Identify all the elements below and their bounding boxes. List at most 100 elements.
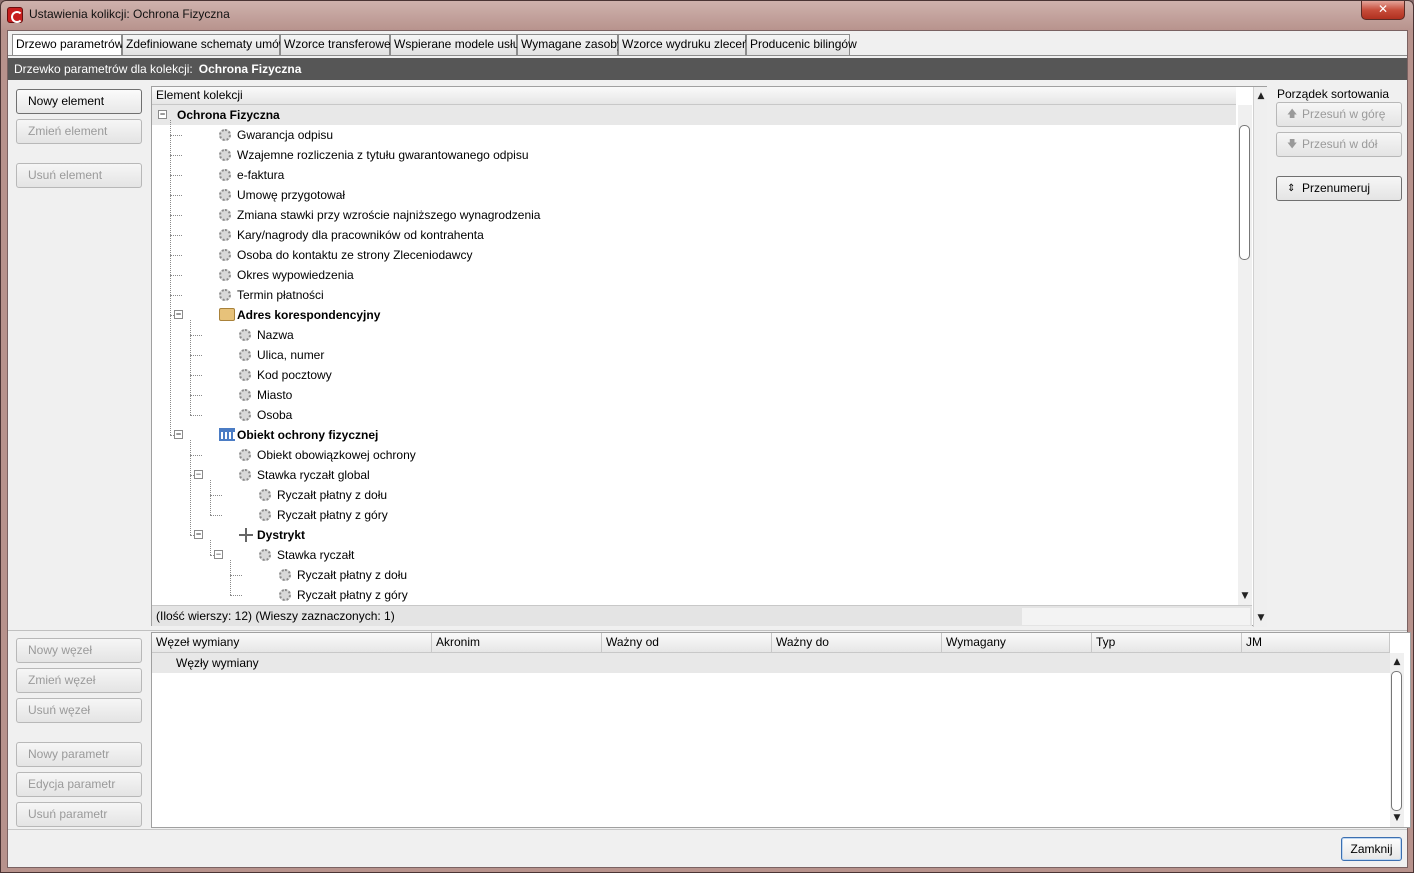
header-label: Drzewko parametrów dla kolekcji: — [14, 62, 193, 76]
column-header-valid-from[interactable]: Ważny od — [602, 633, 772, 652]
tree-node[interactable]: Kod pocztowy — [152, 365, 1236, 385]
tree-node[interactable]: Zmiana stawki przy wzroście najniższego … — [152, 205, 1236, 225]
scroll-up-arrow-icon[interactable]: ▲ — [1254, 89, 1268, 103]
new-node-button[interactable]: Nowy węzeł — [16, 638, 142, 663]
tree-node[interactable]: Ryczałt płatny z dołu — [152, 565, 1236, 585]
tree-node[interactable]: Ryczałt płatny z góry — [152, 585, 1236, 605]
tree-node[interactable]: − Stawka ryczałt global — [152, 465, 1236, 485]
tab-divider — [8, 55, 1407, 56]
tab-order-print-templates[interactable]: Wzorce wydruku zleceń — [618, 34, 749, 55]
tree-node-label: Obiekt obowiązkowej ochrony — [257, 448, 416, 462]
collapse-toggle-icon[interactable]: − — [194, 470, 203, 479]
folder-icon — [219, 308, 235, 321]
column-header-unit[interactable]: JM — [1242, 633, 1390, 652]
tree-node[interactable]: Ryczałt płatny z dołu — [152, 485, 1236, 505]
gear-icon — [239, 369, 251, 381]
collapse-toggle-icon[interactable]: − — [174, 310, 183, 319]
split-divider[interactable] — [8, 630, 1407, 631]
nodes-scroll-up-arrow-icon[interactable]: ▲ — [1390, 655, 1404, 669]
tree-node[interactable]: Osoba do kontaktu ze strony Zleceniodawc… — [152, 245, 1236, 265]
new-element-button[interactable]: Nowy element — [16, 89, 142, 114]
title-bar[interactable]: Ustawienia kolikcji: Ochrona Fizyczna ✕ — [1, 1, 1413, 29]
tree-connector — [230, 595, 242, 596]
panel-scrollbar[interactable]: ▲ ▼ — [1253, 87, 1267, 627]
gear-icon — [219, 249, 231, 261]
table-group-row[interactable]: Węzły wymiany — [152, 653, 1390, 673]
tree-guide-line — [210, 480, 211, 515]
delete-element-button[interactable]: Usuń element — [16, 163, 142, 188]
tree-node[interactable]: Kary/nagrody dla pracowników od kontrahe… — [152, 225, 1236, 245]
tree-node[interactable]: − Dystrykt — [152, 525, 1236, 545]
tree-connector — [170, 255, 182, 256]
column-header-type[interactable]: Typ — [1092, 633, 1242, 652]
collapse-toggle-icon[interactable]: − — [214, 550, 223, 559]
tree-node-label: Ochrona Fizyczna — [177, 108, 280, 122]
column-header-required[interactable]: Wymagany — [942, 633, 1092, 652]
gear-icon — [239, 349, 251, 361]
tree-node[interactable]: Wzajemne rozliczenia z tytułu gwarantowa… — [152, 145, 1236, 165]
tab-service-models[interactable]: Wspierane modele usług — [390, 34, 526, 55]
new-parameter-button[interactable]: Nowy parametr — [16, 742, 142, 767]
column-header-acronym[interactable]: Akronim — [432, 633, 602, 652]
column-header-valid-to[interactable]: Ważny do — [772, 633, 942, 652]
nodes-scroll-down-arrow-icon[interactable]: ▼ — [1390, 811, 1404, 825]
edit-node-button[interactable]: Zmień węzeł — [16, 668, 142, 693]
tree-scroll-down-arrow-icon[interactable]: ▼ — [1238, 589, 1252, 603]
tree-guide-line — [210, 540, 211, 555]
tree-node-label: Okres wypowiedzenia — [237, 268, 354, 282]
delete-parameter-button[interactable]: Usuń parametr — [16, 802, 142, 827]
delete-node-button[interactable]: Usuń węzeł — [16, 698, 142, 723]
scroll-down-arrow-icon[interactable]: ▼ — [1254, 611, 1268, 625]
tree-node[interactable]: Gwarancja odpisu — [152, 125, 1236, 145]
tree-column-header[interactable]: Element kolekcji — [152, 87, 1236, 105]
tab-required-resources[interactable]: Wymagane zasoby — [517, 34, 623, 55]
tree-node[interactable]: e-faktura — [152, 165, 1236, 185]
tab-parameter-tree[interactable]: Drzewo parametrów — [12, 34, 123, 56]
tree-node[interactable]: Obiekt obowiązkowej ochrony — [152, 445, 1236, 465]
row-count-status: (Ilość wierszy: 12) (Wieszy zaznaczonych… — [156, 609, 395, 623]
arrow-down-icon: 🡇 — [1287, 139, 1298, 150]
edit-parameter-button[interactable]: Edycja parametr — [16, 772, 142, 797]
tree-root-node[interactable]: − Ochrona Fizyczna — [152, 105, 1236, 125]
sort-updown-icon: ⇕ — [1287, 183, 1296, 194]
tree-connector — [230, 575, 242, 576]
tree-node-label: Ulica, numer — [257, 348, 325, 362]
edit-element-button[interactable]: Zmień element — [16, 119, 142, 144]
nodes-scrollbar-thumb[interactable] — [1391, 671, 1402, 811]
tree-node[interactable]: Miasto — [152, 385, 1236, 405]
tree-node[interactable]: − Stawka ryczałt — [152, 545, 1236, 565]
nodes-table-header: Węzeł wymiany Akronim Ważny od Ważny do … — [152, 633, 1390, 653]
tab-contract-schemas[interactable]: Zdefiniowane schematy umów — [122, 34, 287, 55]
tree-connector — [170, 175, 182, 176]
gear-icon — [219, 129, 231, 141]
tab-transfer-templates[interactable]: Wzorce transferowe — [280, 34, 391, 55]
tree-node-label: Termin płatności — [237, 288, 324, 302]
move-up-label: Przesuń w górę — [1302, 107, 1386, 121]
tree-scrollbar-thumb[interactable] — [1239, 125, 1250, 260]
tree-node[interactable]: Ulica, numer — [152, 345, 1236, 365]
tab-billing-producers[interactable]: Producenic bilingów — [746, 34, 857, 55]
tree-node[interactable]: Nazwa — [152, 325, 1236, 345]
building-icon — [219, 428, 235, 441]
collapse-toggle-icon[interactable]: − — [158, 110, 167, 119]
tree-node[interactable]: Osoba — [152, 405, 1236, 425]
tree-node-label: e-faktura — [237, 168, 285, 182]
gear-icon — [219, 169, 231, 181]
tree-node[interactable]: − Adres korespondencyjny — [152, 305, 1236, 325]
collapse-toggle-icon[interactable]: − — [174, 430, 183, 439]
tree-connector — [170, 215, 182, 216]
move-down-button[interactable]: 🡇 Przesuń w dół — [1276, 132, 1402, 157]
tree-node[interactable]: − Obiekt ochrony fizycznej — [152, 425, 1236, 445]
tree-node[interactable]: Ryczałt płatny z góry — [152, 505, 1236, 525]
dialog-client-area: Drzewo parametrów Zdefiniowane schematy … — [7, 30, 1411, 868]
tree-node[interactable]: Okres wypowiedzenia — [152, 265, 1236, 285]
close-dialog-button[interactable]: Zamknij — [1341, 837, 1402, 861]
tree-node[interactable]: Termin płatności — [152, 285, 1236, 305]
renumber-button[interactable]: ⇕ Przenumeruj — [1276, 176, 1402, 201]
tree-node[interactable]: Umowę przygotował — [152, 185, 1236, 205]
collapse-toggle-icon[interactable]: − — [194, 530, 203, 539]
move-up-button[interactable]: 🡅 Przesuń w górę — [1276, 102, 1402, 127]
column-header-exchange-node[interactable]: Węzeł wymiany — [152, 633, 432, 652]
gear-icon — [219, 189, 231, 201]
window-close-button[interactable]: ✕ — [1361, 1, 1405, 20]
